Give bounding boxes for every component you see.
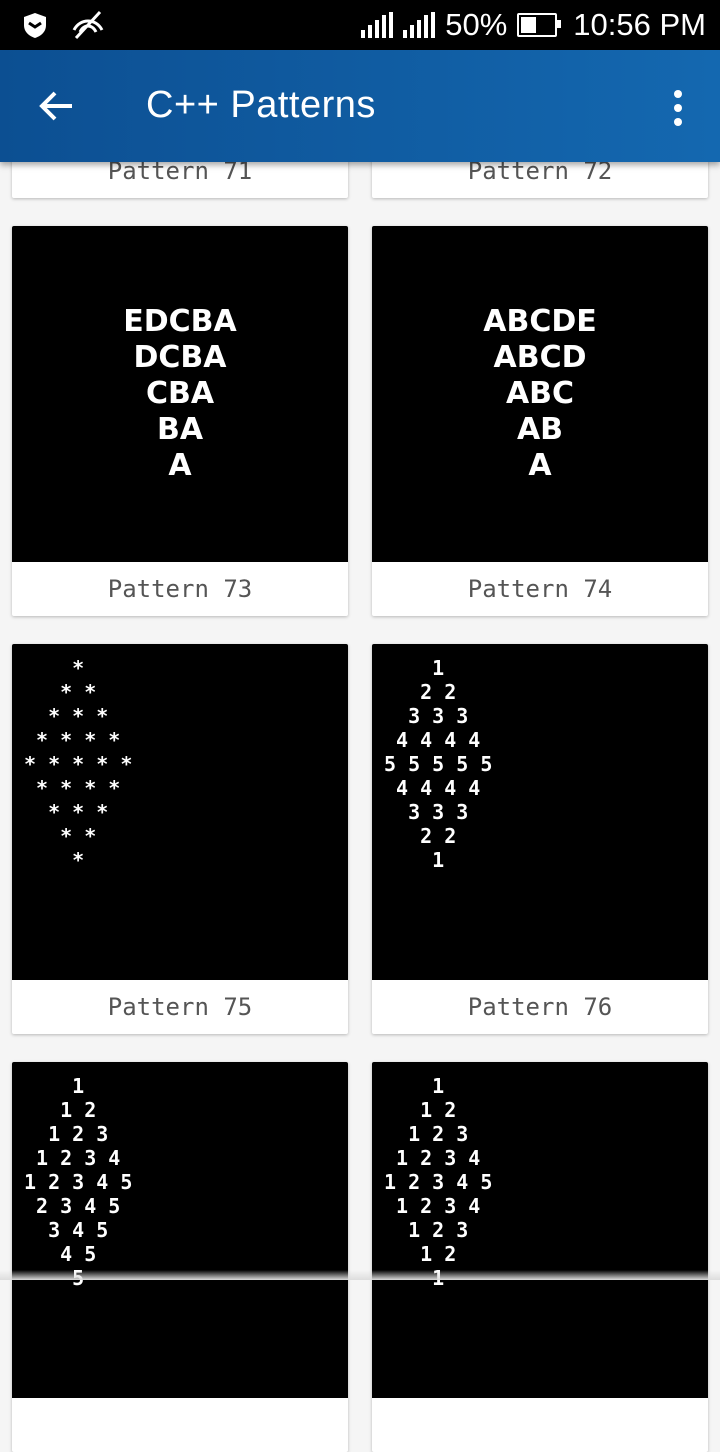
output-line: CBA	[145, 376, 215, 411]
no-location-icon	[70, 10, 106, 45]
scroll-shadow	[0, 1270, 720, 1280]
more-vert-icon[interactable]	[658, 82, 698, 134]
signal-icon	[403, 12, 436, 38]
pattern-grid: Pattern 71 Pattern 72 EDCBA DCBA CBA BA …	[0, 0, 720, 1452]
output-line: 1 2 3 4	[384, 1194, 481, 1218]
output-line: ABC	[505, 376, 575, 411]
arrow-back-icon	[39, 91, 72, 121]
output-line: 3 4 5	[24, 1218, 109, 1242]
output-line: * *	[24, 680, 97, 704]
output-line: 4 5	[24, 1242, 97, 1266]
output-line: 1 2 3	[384, 1218, 469, 1242]
output-line: * *	[24, 824, 97, 848]
pattern-card-76[interactable]: 1 2 2 3 3 3 4 4 4 4 5 5 5 5 5 4 4 4 4 3 …	[372, 644, 708, 1034]
output-line: 3 3 3	[384, 704, 469, 728]
pattern-card-75[interactable]: * * * * * * * * * * * * * * * * * * * * …	[12, 644, 348, 1034]
back-button[interactable]	[30, 80, 82, 132]
pattern-card-77[interactable]: 1 1 2 1 2 3 1 2 3 4 1 2 3 4 5 2 3 4 5 3 …	[12, 1062, 348, 1452]
pattern-label: Pattern 74	[467, 575, 613, 603]
output-line: BA	[156, 412, 204, 447]
output-line: 4 4 4 4	[384, 728, 481, 752]
pattern-output: EDCBA DCBA CBA BA A	[12, 226, 348, 562]
pattern-label: Pattern 73	[107, 575, 253, 603]
status-bar: 50% 10:56 PM	[0, 0, 720, 50]
output-line: 1 2 3 4 5	[24, 1170, 133, 1194]
output-line: *	[24, 656, 85, 680]
output-line: 4 4 4 4	[384, 776, 481, 800]
output-line: 1 2 3 4	[24, 1146, 121, 1170]
pattern-output: 1 1 2 1 2 3 1 2 3 4 1 2 3 4 5 1 2 3 4 1 …	[372, 1062, 708, 1398]
output-line: * * *	[24, 800, 109, 824]
output-line: 1 2	[384, 1242, 457, 1266]
battery-icon	[517, 13, 562, 37]
output-line: ABCDE	[483, 304, 597, 339]
output-line: EDCBA	[123, 304, 237, 339]
signal-icon	[361, 12, 394, 38]
output-line: * * * *	[24, 776, 121, 800]
output-line: 1 2	[384, 1098, 457, 1122]
output-line: 5 5 5 5 5	[384, 752, 493, 776]
output-line: ABCD	[493, 340, 587, 375]
output-line: A	[528, 448, 552, 483]
pattern-output: 1 1 2 1 2 3 1 2 3 4 1 2 3 4 5 2 3 4 5 3 …	[12, 1062, 348, 1398]
output-line: 2 3 4 5	[24, 1194, 121, 1218]
pattern-output: * * * * * * * * * * * * * * * * * * * * …	[12, 644, 348, 980]
output-line: 1 2 3 4 5	[384, 1170, 493, 1194]
output-line: *	[24, 848, 85, 872]
app-bar: C++ Patterns	[0, 50, 720, 162]
output-line: * * * *	[24, 728, 121, 752]
output-line: 1 2 3	[24, 1122, 109, 1146]
output-line: 1	[384, 656, 445, 680]
page-title: C++ Patterns	[146, 84, 376, 126]
output-line: 1 2 3 4	[384, 1146, 481, 1170]
pattern-card-78[interactable]: 1 1 2 1 2 3 1 2 3 4 1 2 3 4 5 1 2 3 4 1 …	[372, 1062, 708, 1452]
pattern-card-73[interactable]: EDCBA DCBA CBA BA A Pattern 73	[12, 226, 348, 616]
output-line: 3 3 3	[384, 800, 469, 824]
pattern-label: Pattern 75	[107, 993, 253, 1021]
output-line: 2 2	[384, 680, 457, 704]
pattern-output: 1 2 2 3 3 3 4 4 4 4 5 5 5 5 5 4 4 4 4 3 …	[372, 644, 708, 980]
output-line: A	[168, 448, 192, 483]
output-line: DCBA	[133, 340, 227, 375]
output-line: 1 2 3	[384, 1122, 469, 1146]
pattern-output: ABCDE ABCD ABC AB A	[372, 226, 708, 562]
output-line: 2 2	[384, 824, 457, 848]
output-line: * * *	[24, 704, 109, 728]
output-line: * * * * *	[24, 752, 133, 776]
output-line: 1	[384, 1074, 445, 1098]
pattern-label: Pattern 76	[467, 993, 613, 1021]
shield-icon	[22, 11, 48, 44]
output-line: 1	[24, 1074, 85, 1098]
output-line: AB	[516, 412, 564, 447]
battery-percent: 50%	[445, 7, 508, 42]
pattern-card-74[interactable]: ABCDE ABCD ABC AB A Pattern 74	[372, 226, 708, 616]
battery-level	[521, 17, 537, 33]
output-line: 1 2	[24, 1098, 97, 1122]
output-line: 1	[384, 848, 445, 872]
clock: 10:56 PM	[573, 7, 706, 42]
